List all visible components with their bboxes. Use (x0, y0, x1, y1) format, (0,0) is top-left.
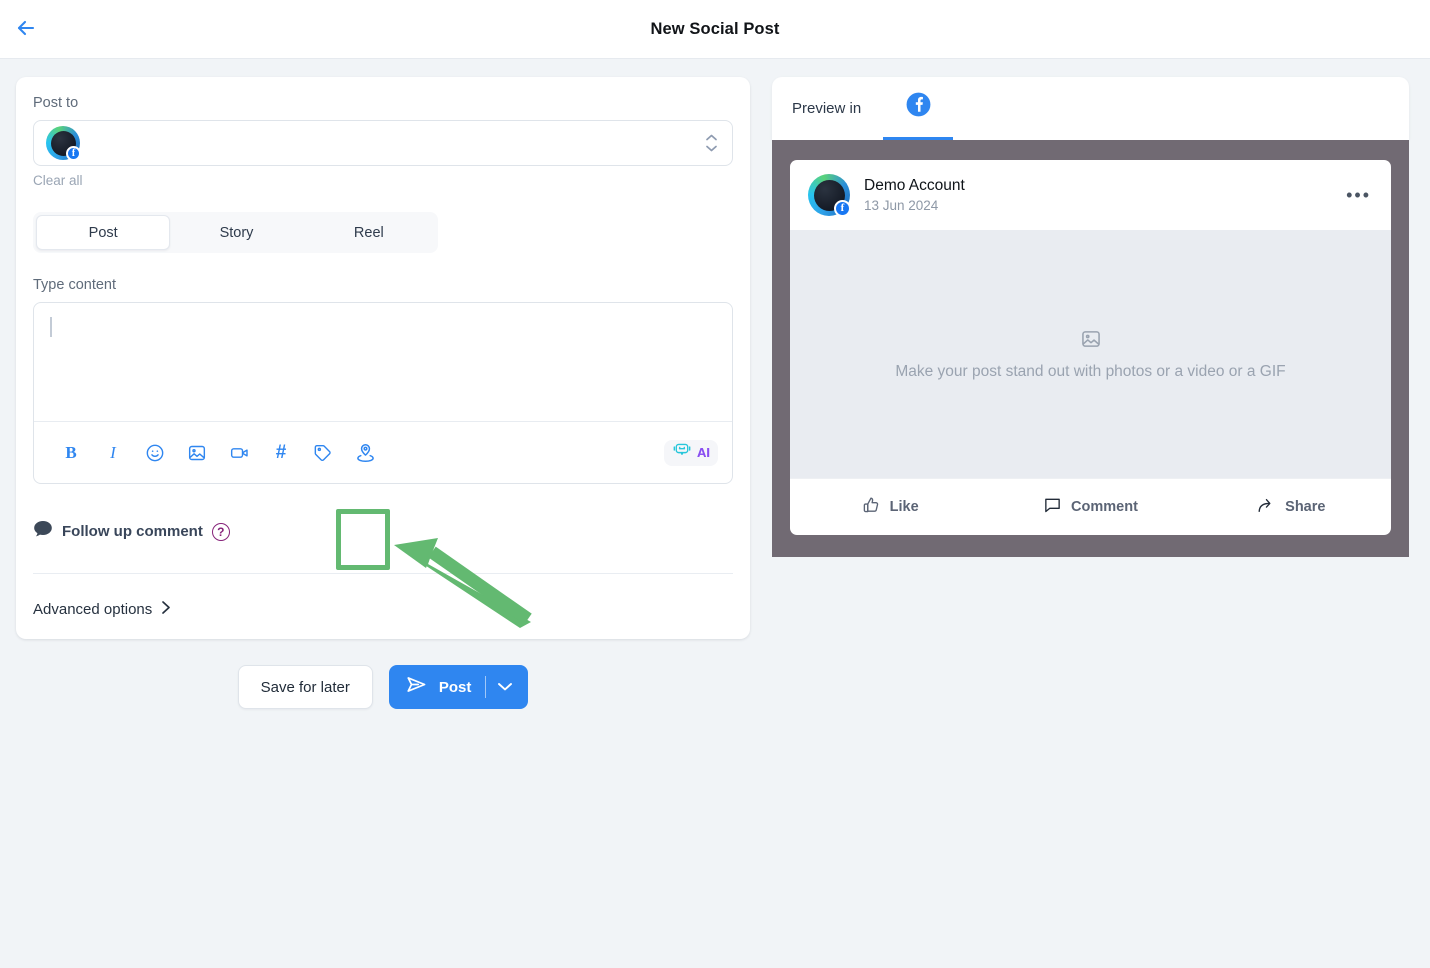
italic-icon[interactable]: I (96, 436, 130, 470)
facebook-icon (906, 92, 931, 122)
image-placeholder-icon (1080, 328, 1102, 355)
facebook-badge-icon: f (66, 146, 81, 161)
chevron-right-icon (161, 600, 172, 619)
send-icon (405, 673, 428, 701)
post-button[interactable]: Post (388, 665, 529, 709)
type-content-label: Type content (33, 277, 117, 293)
preview-column: Preview in f Demo Account 13 Jun 2024 ••… (772, 77, 1409, 557)
post-author-block: Demo Account 13 Jun 2024 (864, 177, 965, 213)
tab-story[interactable]: Story (170, 215, 302, 250)
advanced-options-label: Advanced options (33, 601, 153, 618)
image-icon[interactable] (180, 436, 214, 470)
arrow-left-icon (14, 16, 38, 43)
post-to-select[interactable]: f (33, 120, 733, 166)
speech-bubble-icon (33, 520, 53, 543)
help-icon[interactable]: ? (211, 522, 230, 541)
ai-assist-button[interactable]: AI (664, 439, 718, 466)
follow-up-comment-row[interactable]: Follow up comment ? (33, 520, 733, 543)
post-actions: Like Comment Share (790, 478, 1391, 535)
composer-column: Post to f Clear all Post Story Reel Type… (16, 77, 750, 709)
location-pin-icon[interactable] (348, 436, 382, 470)
select-stepper[interactable] (705, 134, 718, 153)
tab-facebook-preview[interactable] (883, 77, 954, 140)
facebook-post-card: f Demo Account 13 Jun 2024 ••• Make your… (790, 160, 1391, 535)
page-title: New Social Post (650, 19, 780, 38)
robot-icon (672, 441, 692, 464)
post-to-label: Post to (33, 95, 79, 111)
composer-card: Post to f Clear all Post Story Reel Type… (16, 77, 750, 639)
share-icon (1256, 496, 1276, 519)
editor-toolbar: B I # AI (34, 421, 732, 483)
comment-icon (1043, 496, 1062, 519)
post-type-tabs: Post Story Reel (33, 212, 438, 253)
post-author: Demo Account (864, 177, 965, 194)
bold-icon[interactable]: B (54, 436, 88, 470)
back-button[interactable] (6, 9, 46, 49)
like-label: Like (889, 499, 919, 515)
preview-in-label: Preview in (792, 100, 862, 117)
thumbs-up-icon (862, 496, 881, 519)
ai-label: AI (697, 445, 710, 460)
share-button[interactable]: Share (1191, 496, 1391, 519)
divider (33, 573, 733, 574)
avatar: f (46, 126, 81, 161)
content-input[interactable] (34, 303, 732, 421)
action-bar: Save for later Post (16, 665, 750, 709)
post-button-label: Post (438, 678, 472, 696)
clear-all-button[interactable]: Clear all (33, 173, 83, 188)
video-icon[interactable] (222, 436, 256, 470)
emoji-icon[interactable] (138, 436, 172, 470)
post-date: 13 Jun 2024 (864, 198, 939, 213)
media-placeholder-text: Make your post stand out with photos or … (895, 362, 1286, 380)
tab-post[interactable]: Post (36, 215, 171, 250)
share-label: Share (1285, 499, 1326, 515)
follow-up-comment-label: Follow up comment (62, 523, 203, 540)
tab-reel[interactable]: Reel (303, 215, 435, 250)
post-more-options[interactable]: ••• (1346, 186, 1371, 204)
main-content: Post to f Clear all Post Story Reel Type… (0, 59, 1430, 709)
tag-icon[interactable] (306, 436, 340, 470)
comment-label: Comment (1071, 499, 1138, 515)
avatar: f (808, 174, 851, 217)
like-button[interactable]: Like (790, 496, 990, 519)
facebook-badge-icon: f (834, 200, 851, 217)
save-for-later-button[interactable]: Save for later (237, 665, 373, 709)
post-header: f Demo Account 13 Jun 2024 ••• (790, 160, 1391, 230)
comment-button[interactable]: Comment (990, 496, 1190, 519)
media-placeholder[interactable]: Make your post stand out with photos or … (790, 230, 1391, 478)
app-header: New Social Post (0, 0, 1430, 59)
hashtag-icon[interactable]: # (264, 436, 298, 470)
advanced-options-button[interactable]: Advanced options (33, 600, 172, 619)
text-caret (50, 317, 52, 337)
preview-frame: f Demo Account 13 Jun 2024 ••• Make your… (772, 140, 1409, 557)
post-options-caret[interactable] (486, 682, 524, 692)
content-editor: B I # AI (33, 302, 733, 484)
preview-header: Preview in (772, 77, 1409, 140)
